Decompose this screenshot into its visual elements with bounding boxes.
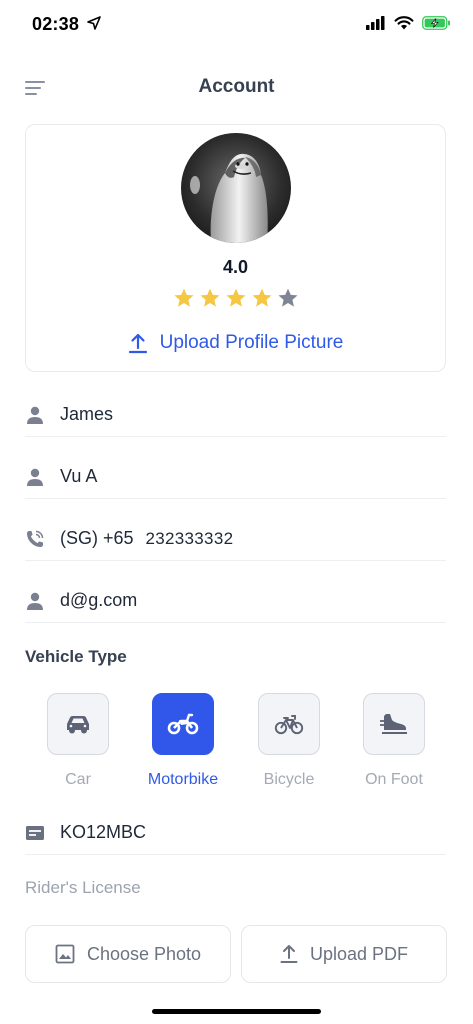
- email-field[interactable]: d@g.com: [25, 579, 446, 623]
- vehicle-option-bicycle[interactable]: Bicycle: [257, 693, 321, 788]
- vehicle-label-on-foot: On Foot: [365, 771, 423, 788]
- phone-number-value[interactable]: 232333332: [146, 529, 234, 549]
- choose-photo-label: Choose Photo: [86, 943, 202, 964]
- wifi-icon: [394, 16, 414, 30]
- avatar-image: [181, 133, 291, 243]
- first-name-value: James: [60, 404, 114, 424]
- rating-stars: [26, 287, 445, 309]
- vehicle-option-car[interactable]: Car: [46, 693, 110, 788]
- vehicle-option-on-foot[interactable]: On Foot: [362, 693, 426, 788]
- image-icon: [55, 944, 75, 964]
- person-icon: [27, 406, 43, 424]
- location-arrow-icon: [87, 16, 101, 30]
- star-filled-icon: [225, 288, 246, 307]
- vehicle-tile[interactable]: [258, 693, 320, 755]
- page-title: Account: [198, 76, 275, 97]
- status-bar: 02:38: [0, 0, 473, 52]
- shoe-icon: [380, 714, 407, 734]
- riders-license-label: Rider's License: [25, 878, 141, 897]
- upload-profile-picture-button[interactable]: Upload Profile Picture: [26, 332, 445, 354]
- first-name-field[interactable]: James: [25, 393, 446, 437]
- vehicle-tile[interactable]: [363, 693, 425, 755]
- upload-pdf-label: Upload PDF: [309, 943, 409, 964]
- home-indicator[interactable]: [152, 1009, 321, 1014]
- person-icon: [27, 468, 43, 486]
- license-plate-value: KO12MBC: [60, 822, 147, 842]
- vehicle-type-title: Vehicle Type: [25, 647, 127, 666]
- email-value: d@g.com: [60, 590, 138, 610]
- vehicle-option-motorbike[interactable]: Motorbike: [148, 693, 218, 788]
- cellular-signal-icon: [366, 16, 385, 30]
- star-filled-icon: [199, 288, 220, 307]
- phone-field[interactable]: (SG) +65 232333332: [25, 517, 446, 561]
- last-name-field[interactable]: Vu A: [25, 455, 446, 499]
- avatar[interactable]: [181, 133, 291, 243]
- header: Account: [0, 70, 473, 106]
- phone-country-code[interactable]: (SG) +65: [60, 528, 134, 549]
- upload-icon: [128, 333, 147, 354]
- upload-icon: [280, 945, 298, 963]
- battery-charging-icon: [422, 16, 450, 30]
- profile-card: 4.0 Upload Profile Picture: [25, 124, 446, 372]
- vehicle-tile[interactable]: [47, 693, 109, 755]
- license-plate-field[interactable]: KO12MBC: [25, 811, 446, 855]
- star-filled-icon: [173, 288, 194, 307]
- last-name-value: Vu A: [60, 466, 98, 486]
- choose-photo-button[interactable]: Choose Photo: [25, 925, 231, 983]
- star-filled-icon: [251, 288, 272, 307]
- upload-pdf-button[interactable]: Upload PDF: [241, 925, 447, 983]
- rating-value: 4.0: [222, 257, 249, 277]
- upload-profile-picture-label: Upload Profile Picture: [159, 332, 344, 353]
- star-empty-icon: [277, 288, 298, 307]
- plate-card-icon: [26, 825, 44, 840]
- bicycle-icon: [274, 715, 304, 735]
- status-time: 02:38: [32, 14, 80, 34]
- phone-call-icon: [27, 530, 44, 547]
- status-indicators: [366, 16, 451, 30]
- motorbike-icon: [167, 713, 199, 735]
- person-icon: [27, 592, 43, 610]
- vehicle-tile-selected[interactable]: [152, 693, 214, 755]
- car-icon: [67, 716, 89, 734]
